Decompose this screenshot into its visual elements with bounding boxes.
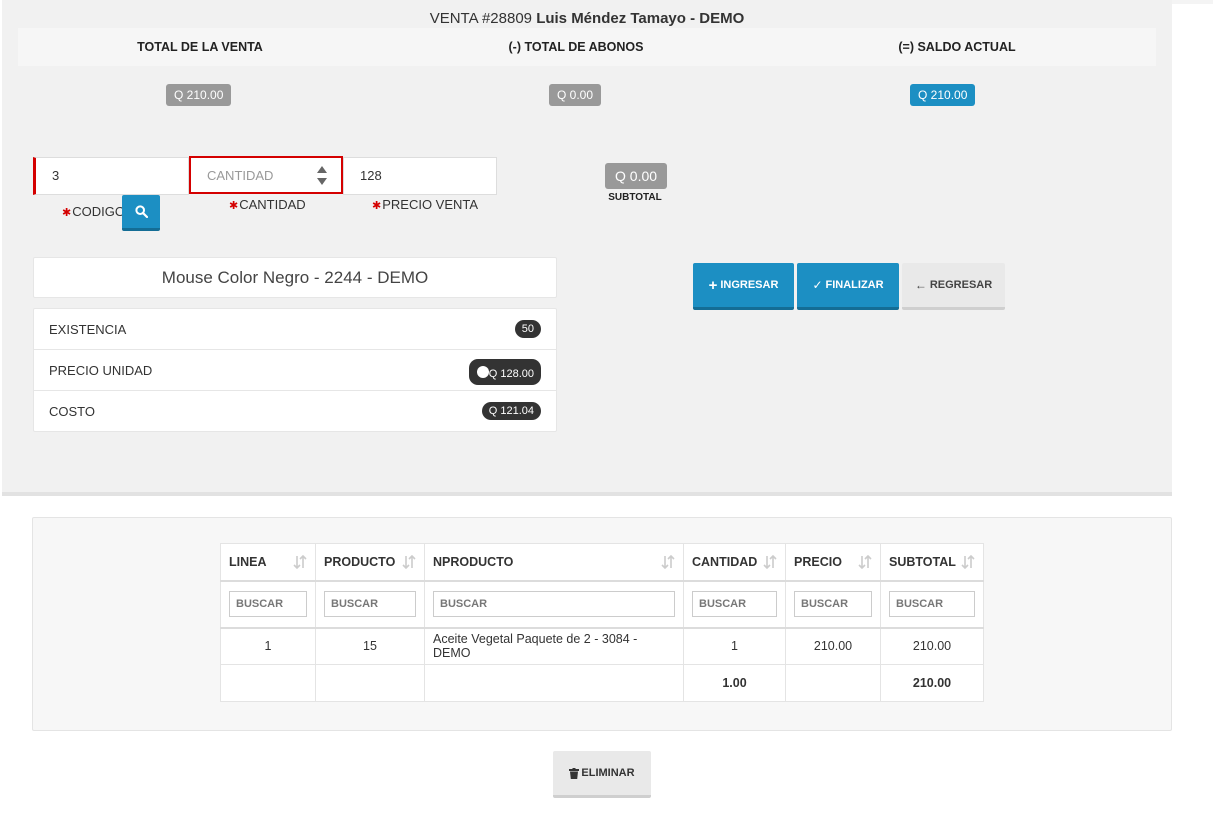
codigo-field[interactable] [33, 157, 189, 195]
footer-subtotal-total: 210.00 [880, 664, 984, 702]
cell-producto: 15 [315, 627, 425, 665]
sort-icon[interactable] [402, 555, 416, 569]
eliminar-button[interactable]: ELIMINAR [553, 751, 651, 798]
table-header-row: LINEA PRODUCTO NPRODUCTO CANTIDAD PRECIO… [220, 543, 984, 582]
search-icon [134, 205, 148, 218]
radio-dot-icon[interactable] [476, 366, 489, 378]
total-venta-label: TOTAL DE LA VENTA [137, 40, 263, 54]
selected-product-name: Mouse Color Negro - 2244 - DEMO [33, 257, 557, 298]
table-footer-row: 1.00 210.00 [220, 664, 984, 702]
cantidad-stepper[interactable] [317, 166, 327, 186]
trash-icon [569, 767, 580, 779]
ingresar-button[interactable]: + INGRESAR [693, 263, 794, 310]
column-header-subtotal[interactable]: SUBTOTAL [880, 543, 984, 582]
existencia-label: EXISTENCIA [49, 322, 127, 337]
existencia-badge: 50 [514, 320, 541, 338]
filter-cell: BUSCAR [785, 580, 881, 629]
filter-cell: BUSCAR [220, 580, 316, 629]
check-icon: ✓ [812, 278, 823, 292]
costo-row: COSTO Q 121.04 [34, 391, 556, 432]
precio-venta-input[interactable] [358, 158, 496, 193]
subtotal-label: SUBTOTAL [608, 192, 662, 203]
subtotal-badge: Q 0.00 [605, 163, 668, 189]
footer-cell [315, 664, 425, 702]
total-abonos-badge: Q 0.00 [549, 84, 602, 106]
filter-linea-input[interactable]: BUSCAR [229, 591, 307, 617]
chevron-down-icon[interactable] [317, 178, 327, 185]
required-mark: ✱ [62, 207, 72, 219]
total-venta-badge: Q 210.00 [166, 84, 232, 106]
arrow-left-icon: ← [914, 278, 927, 292]
precio-unidad-row: PRECIO UNIDAD Q 128.00 [34, 350, 556, 391]
saldo-actual-label: (=) SALDO ACTUAL [898, 40, 1016, 54]
filter-cell: BUSCAR [683, 580, 786, 629]
filter-subtotal-input[interactable]: BUSCAR [889, 591, 975, 617]
sale-entry-panel: VENTA #28809 Luis Méndez Tamayo - DEMO T… [2, 0, 1172, 496]
column-header-precio[interactable]: PRECIO [785, 543, 881, 582]
filter-cell: BUSCAR [880, 580, 984, 629]
column-header-producto[interactable]: PRODUCTO [315, 543, 425, 582]
cell-nproducto: Aceite Vegetal Paquete de 2 - 3084 - DEM… [424, 627, 684, 665]
cell-precio: 210.00 [785, 627, 881, 665]
precio-unidad-badge[interactable]: Q 128.00 [468, 359, 541, 385]
filter-cell: BUSCAR [424, 580, 684, 629]
filter-cantidad-input[interactable]: BUSCAR [692, 591, 777, 617]
sort-icon[interactable] [293, 555, 307, 569]
cantidad-label: ✱CANTIDAD [229, 197, 306, 212]
sort-icon[interactable] [858, 555, 872, 569]
page-edge [1172, 0, 1213, 4]
cell-linea: 1 [220, 627, 316, 665]
cell-subtotal: 210.00 [880, 627, 984, 665]
cantidad-input[interactable] [205, 158, 315, 193]
totals-header-bar: TOTAL DE LA VENTA (-) TOTAL DE ABONOS (=… [18, 28, 1156, 66]
sort-icon[interactable] [763, 555, 777, 569]
customer-name: Luis Méndez Tamayo - DEMO [536, 10, 745, 27]
saldo-actual-badge: Q 210.00 [910, 84, 976, 106]
product-info-list: EXISTENCIA 50 PRECIO UNIDAD Q 128.00 COS… [33, 308, 557, 432]
cell-cantidad: 1 [683, 627, 786, 665]
sort-icon[interactable] [661, 555, 675, 569]
costo-label: COSTO [49, 404, 95, 419]
column-header-cantidad[interactable]: CANTIDAD [683, 543, 786, 582]
filter-cell: BUSCAR [315, 580, 425, 629]
precio-venta-label: ✱PRECIO VENTA [372, 197, 479, 212]
cantidad-field[interactable] [189, 156, 343, 194]
plus-icon: + [708, 276, 718, 294]
precio-unidad-label: PRECIO UNIDAD [49, 363, 153, 378]
sale-lines-table: LINEA PRODUCTO NPRODUCTO CANTIDAD PRECIO… [220, 543, 984, 702]
column-header-linea[interactable]: LINEA [220, 543, 316, 582]
table-row[interactable]: 1 15 Aceite Vegetal Paquete de 2 - 3084 … [220, 627, 984, 665]
filter-row: BUSCAR BUSCAR BUSCAR BUSCAR BUSCAR BUSCA… [220, 580, 984, 629]
footer-cantidad-total: 1.00 [683, 664, 786, 702]
footer-cell [785, 664, 881, 702]
footer-cell [424, 664, 684, 702]
footer-cell [220, 664, 316, 702]
sort-icon[interactable] [961, 555, 975, 569]
regresar-button[interactable]: ← REGRESAR [902, 263, 1005, 310]
finalizar-button[interactable]: ✓ FINALIZAR [797, 263, 899, 310]
codigo-label: ✱CODIGO [62, 204, 125, 219]
codigo-input[interactable] [50, 158, 188, 193]
search-product-button[interactable] [122, 195, 160, 231]
costo-badge: Q 121.04 [481, 402, 541, 420]
column-header-nproducto[interactable]: NPRODUCTO [424, 543, 684, 582]
existencia-row: EXISTENCIA 50 [34, 309, 556, 350]
venta-number: VENTA #28809 [429, 10, 533, 27]
filter-producto-input[interactable]: BUSCAR [324, 591, 416, 617]
chevron-up-icon[interactable] [317, 166, 327, 173]
filter-precio-input[interactable]: BUSCAR [794, 591, 872, 617]
filter-nproducto-input[interactable]: BUSCAR [433, 591, 675, 617]
page-title: VENTA #28809 Luis Méndez Tamayo - DEMO [2, 10, 1172, 27]
total-abonos-label: (-) TOTAL DE ABONOS [508, 40, 644, 54]
precio-venta-field[interactable] [343, 157, 497, 195]
